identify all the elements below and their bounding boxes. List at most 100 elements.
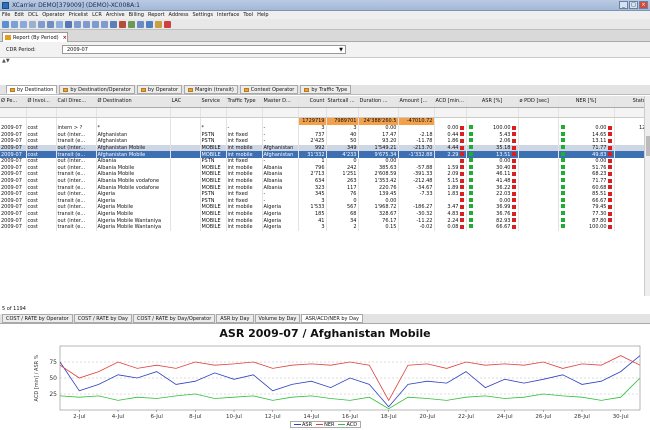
menu-operator[interactable]: Operator bbox=[42, 12, 64, 18]
first-icon[interactable] bbox=[74, 20, 81, 28]
table-scrollbar[interactable] bbox=[644, 96, 650, 296]
col-traffic-type[interactable]: Traffic Type bbox=[226, 96, 263, 108]
pen-icon[interactable] bbox=[155, 20, 162, 28]
col-master-destination[interactable]: Master D... bbox=[262, 96, 299, 108]
tab-cost-rate-by-day-operator[interactable]: COST / RATE by Day/Operator bbox=[132, 314, 216, 323]
table-row[interactable]: 2009-07 cost transit (e... Afghanistan Mobi… bbox=[0, 151, 650, 158]
menu-billing[interactable]: Billing bbox=[129, 12, 144, 18]
tab-by-operator[interactable]: by Operator bbox=[136, 85, 183, 94]
x-tick-label: 20-Jul bbox=[419, 414, 435, 420]
col-pdd[interactable]: ø PDD [sec] bbox=[518, 96, 559, 108]
col-duration[interactable]: Duration ... bbox=[358, 96, 399, 108]
menu-file[interactable]: File bbox=[2, 12, 10, 18]
table-row[interactable]: 2009-07 cost out (inter... Algeria PSTN int f… bbox=[0, 190, 650, 198]
previous-icon[interactable] bbox=[83, 20, 90, 28]
table-row[interactable]: 2009-07 cost out (inter... Afghanistan PSTN i… bbox=[0, 131, 650, 139]
tab-context-operator[interactable]: Context Operator bbox=[239, 85, 299, 94]
menu-edit[interactable]: Edit bbox=[14, 12, 24, 18]
filter-icon[interactable] bbox=[110, 20, 117, 28]
table-row[interactable]: 2009-07 cost transit (e... Algeria PSTN int f… bbox=[0, 197, 650, 205]
close-tab-icon[interactable]: × bbox=[63, 35, 67, 41]
new-icon[interactable] bbox=[2, 20, 9, 28]
cell-asr: 36.99 bbox=[466, 204, 519, 211]
cdr-period-select[interactable]: 2009-07 ▼ bbox=[62, 45, 346, 54]
close-window-button[interactable]: × bbox=[639, 1, 648, 9]
cell-dest: * bbox=[96, 125, 171, 132]
table-row[interactable]: 2009-07 cost intern > ? * * - -3 3 0.00 0.00 100.0… bbox=[0, 125, 650, 132]
tab-asr-by-day[interactable]: ASR by Day bbox=[216, 314, 254, 323]
save-icon[interactable] bbox=[20, 20, 27, 28]
col-asr[interactable]: ASR [%] bbox=[466, 96, 519, 108]
copy-icon[interactable] bbox=[38, 20, 45, 28]
minimize-button[interactable]: _ bbox=[619, 1, 628, 9]
open-icon[interactable] bbox=[11, 20, 18, 28]
refresh-icon[interactable] bbox=[56, 20, 63, 28]
table-row[interactable]: 2009-07 cost out (inter... Albania PSTN int f… bbox=[0, 157, 650, 165]
menu-help[interactable]: Help bbox=[257, 12, 268, 18]
table-row[interactable]: 2009-07 cost out (inter... Albania Mobile MO… bbox=[0, 164, 650, 172]
cell-s: 263 bbox=[326, 177, 359, 185]
cell-lac bbox=[170, 204, 201, 211]
table-row[interactable]: 2009-07 cost out (inter... Algeria Mobile MO… bbox=[0, 204, 650, 211]
last-icon[interactable] bbox=[101, 20, 108, 28]
cell-md: Albania bbox=[262, 177, 299, 185]
menu-address[interactable]: Address bbox=[169, 12, 189, 18]
tab-cost-rate-by-day[interactable]: COST / RATE by Day bbox=[73, 314, 132, 323]
export-icon[interactable] bbox=[128, 20, 135, 28]
stop-icon[interactable] bbox=[164, 20, 171, 28]
col-invoice[interactable]: Ø Invoi... bbox=[26, 96, 57, 108]
mail-icon[interactable] bbox=[146, 20, 153, 28]
scrollbar-thumb[interactable] bbox=[646, 136, 650, 156]
col-period[interactable]: Ø Pe... bbox=[0, 96, 27, 108]
print-icon[interactable] bbox=[29, 20, 36, 28]
table-row[interactable]: 2009-07 cost transit (e... Algeria Mobile W… bbox=[0, 223, 650, 231]
status-green-icon bbox=[468, 204, 473, 209]
tab-by-traffic-type[interactable]: by Traffic Type bbox=[300, 85, 352, 94]
cell-s: 50 bbox=[326, 138, 359, 145]
col-destination[interactable]: Ø Destination bbox=[96, 96, 171, 108]
table-row[interactable]: 2009-07 cost out (inter... Algeria Mobile W… bbox=[0, 217, 650, 224]
cell-dest: Algeria Mobile Wantaniya bbox=[96, 217, 171, 224]
col-service[interactable]: Service bbox=[200, 96, 227, 108]
table-row[interactable]: 2009-07 cost out (inter... Afghanistan Mobi… bbox=[0, 144, 650, 152]
status-red-icon bbox=[511, 171, 516, 176]
tab-margin-transit[interactable]: Margin (transit) bbox=[184, 85, 238, 94]
chart-icon[interactable] bbox=[137, 20, 144, 28]
cell-pdd bbox=[518, 144, 559, 152]
menu-interface[interactable]: Interface bbox=[217, 12, 239, 18]
table-row[interactable]: 2009-07 cost out (inter... Albania Mobile v… bbox=[0, 177, 650, 185]
menu-tool[interactable]: Tool bbox=[243, 12, 253, 18]
menu-settings[interactable]: Settings bbox=[192, 12, 213, 18]
maximize-button[interactable]: □ bbox=[629, 1, 638, 9]
col-call-direction[interactable]: Call Direc... bbox=[56, 96, 97, 108]
col-amount[interactable]: Amount [... bbox=[398, 96, 435, 108]
tab-volume-by-day[interactable]: Volume by Day bbox=[254, 314, 301, 323]
menu-dcl[interactable]: DCL bbox=[28, 12, 38, 18]
col-lac[interactable]: LAC bbox=[170, 96, 201, 108]
menu-archive[interactable]: Archive bbox=[106, 12, 125, 18]
search-icon[interactable] bbox=[65, 20, 72, 28]
next-icon[interactable] bbox=[92, 20, 99, 28]
menu-lcr[interactable]: LCR bbox=[92, 12, 102, 18]
table-row[interactable]: 2009-07 cost transit (e... Albania Mobile MO… bbox=[0, 171, 650, 178]
menu-pricelist[interactable]: Pricelist bbox=[69, 12, 89, 18]
status-green-icon bbox=[468, 171, 473, 176]
col-startcall[interactable]: Startcall ... bbox=[326, 96, 359, 108]
paste-icon[interactable] bbox=[47, 20, 54, 28]
menu-report[interactable]: Report bbox=[148, 12, 165, 18]
col-count[interactable]: Count bbox=[298, 96, 327, 108]
table-row[interactable]: 2009-07 cost transit (e... Afghanistan PSTN i… bbox=[0, 138, 650, 145]
col-ner[interactable]: NER [%] bbox=[558, 96, 615, 108]
tab-by-destination[interactable]: by Destination bbox=[6, 85, 58, 94]
tab-asr-acd-ner-by-day[interactable]: ASR/ACD/NER by Day bbox=[301, 314, 363, 323]
collapse-icon[interactable]: ▲▼ bbox=[2, 58, 10, 64]
col-acd[interactable]: ACD [min... bbox=[434, 96, 467, 108]
clear-filter-icon[interactable] bbox=[119, 20, 126, 28]
table-row[interactable]: 2009-07 cost transit (e... Albania Mobile v… bbox=[0, 184, 650, 191]
tab-cost-rate-by-operator[interactable]: COST / RATE by Operator bbox=[2, 314, 73, 323]
filter-row[interactable] bbox=[0, 107, 650, 118]
tab-by-destination-operator[interactable]: by Destination/Operator bbox=[59, 85, 135, 94]
status-red-icon bbox=[459, 185, 464, 190]
table-row[interactable]: 2009-07 cost transit (e... Algeria Mobile MO… bbox=[0, 210, 650, 218]
tab-report-by-period[interactable]: Report (By Period) × bbox=[2, 32, 68, 42]
